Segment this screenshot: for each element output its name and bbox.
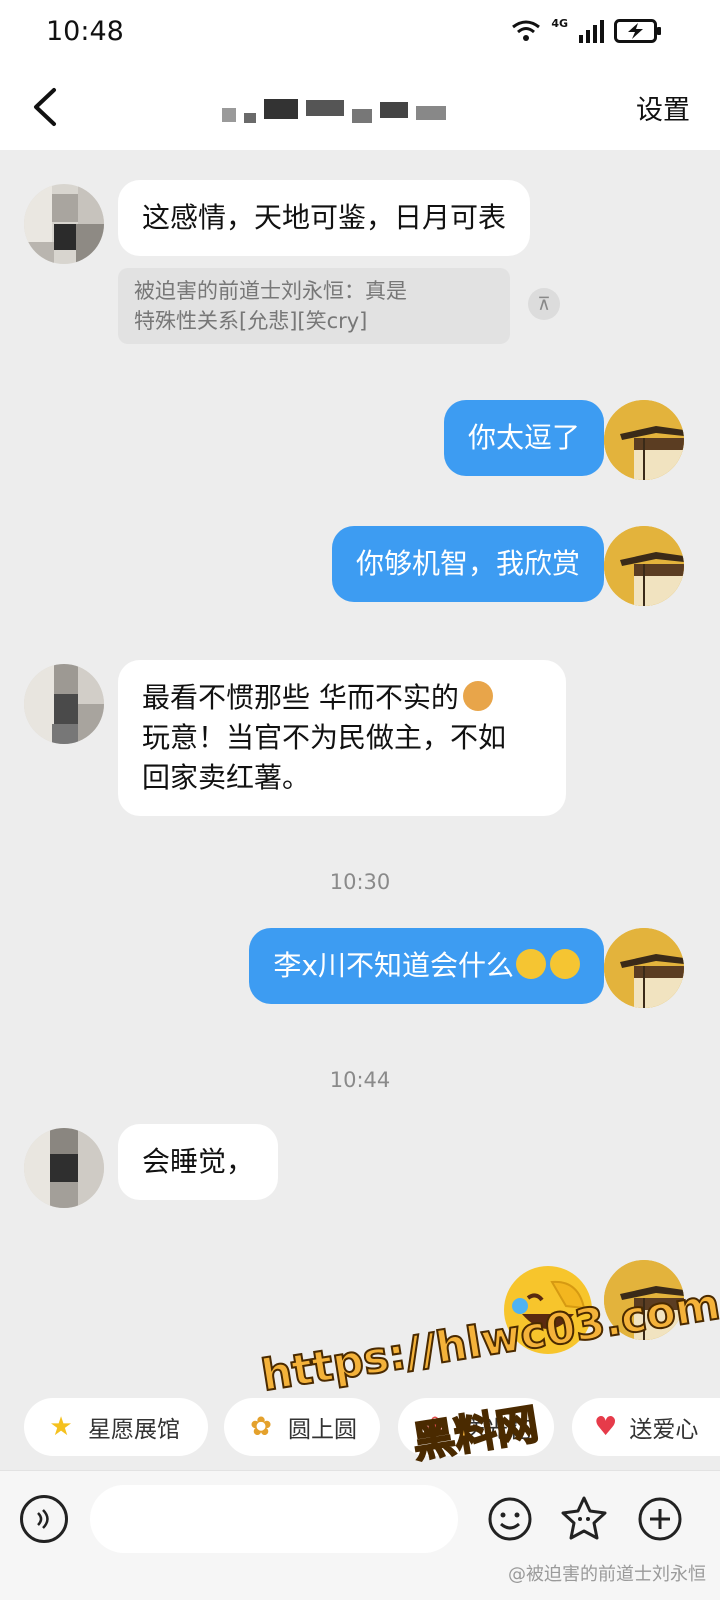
chip-label: 圆上圆 [288, 1417, 357, 1443]
status-time: 10:48 [46, 16, 124, 47]
paw-icon: ✿ [250, 1412, 272, 1442]
battery-charging-icon [614, 19, 661, 43]
back-button[interactable] [20, 82, 70, 132]
shortcut-second[interactable]: ✿ 圆上圆 [224, 1398, 380, 1456]
heart-icon: ♥ [594, 1412, 618, 1442]
sticker-button[interactable] [558, 1493, 610, 1545]
my-avatar[interactable] [604, 400, 684, 480]
watermark-weibo: @被迫害的前道士刘永恒 [508, 1564, 706, 1585]
more-button[interactable] [634, 1493, 686, 1545]
building-avatar-icon [604, 400, 684, 480]
timestamp: 10:30 [329, 870, 391, 894]
chat-area: 这感情，天地可鉴，日月可表 被迫害的前道士刘永恒：真是 特殊性关系[允悲][笑c… [0, 150, 720, 1420]
message-input[interactable] [90, 1485, 458, 1553]
star-icon: ★ [49, 1412, 73, 1442]
chevron-left-icon [34, 88, 56, 126]
contact-avatar[interactable] [24, 1128, 104, 1208]
laugh-cry-emoji-icon [516, 949, 546, 979]
message-bubble[interactable]: 最看不惯那些 华而不实的 玩意！当官不为民做主，不如 回家卖红薯。 [118, 660, 566, 816]
message-line: 回家卖红薯。 [142, 761, 311, 794]
timestamp: 10:44 [329, 1068, 391, 1092]
wifi-icon [512, 20, 541, 41]
shortcut-bar: ★ 星愿展馆 ✿ 圆上圆 ❀ 送光花 ♥ 送爱心 [0, 1398, 720, 1458]
voice-icon [37, 1509, 49, 1529]
message-bubble[interactable]: 你太逗了 [443, 400, 604, 476]
quoted-reply[interactable]: 被迫害的前道士刘永恒：真是 特殊性关系[允悲][笑cry] [118, 268, 510, 344]
dog-emoji-icon [462, 681, 493, 711]
chip-label: 送爱心 [629, 1417, 699, 1443]
my-avatar[interactable] [604, 526, 684, 606]
contact-avatar[interactable] [24, 664, 104, 744]
star-face-icon [561, 1496, 607, 1540]
title-pixelation [222, 92, 446, 124]
collapse-quote-icon[interactable]: ⊼ [528, 288, 560, 320]
status-icons: 4G [511, 16, 662, 44]
message-bubble[interactable]: 李x川不知道会什么 [249, 928, 604, 1004]
signal-icon [579, 20, 604, 43]
chip-label: 星愿展馆 [88, 1417, 180, 1443]
voice-input-button[interactable] [20, 1495, 68, 1543]
title-bar: 设置 [0, 64, 720, 150]
network-type-label: 4G [551, 16, 568, 30]
grin-emoji-icon [550, 949, 580, 979]
message-text: 李x川不知道会什么 [273, 949, 514, 982]
quote-line: 被迫害的前道士刘永恒：真是 [134, 279, 407, 303]
message-bubble[interactable]: 这感情，天地可鉴，日月可表 [118, 180, 531, 256]
message-line: 玩意！当官不为民做主，不如 [142, 721, 507, 754]
contact-avatar[interactable] [24, 184, 104, 264]
message-bubble[interactable]: 你够机智，我欣赏 [331, 526, 604, 602]
message-line: 最看不惯那些 华而不实的 [142, 678, 542, 718]
smile-icon [488, 1497, 532, 1541]
emoji-button[interactable] [484, 1493, 536, 1545]
status-bar: 10:48 4G [0, 0, 720, 64]
quote-line: 特殊性关系[允悲][笑cry] [134, 309, 368, 333]
message-bubble[interactable]: 会睡觉， [118, 1124, 279, 1200]
my-avatar[interactable] [604, 928, 684, 1008]
shortcut-send-heart[interactable]: ♥ 送爱心 [572, 1398, 720, 1456]
building-avatar-icon [604, 928, 684, 1008]
shortcut-star-gallery[interactable]: ★ 星愿展馆 [24, 1398, 208, 1456]
settings-button[interactable]: 设置 [636, 88, 690, 127]
building-avatar-icon [604, 526, 684, 606]
plus-icon [638, 1497, 682, 1541]
